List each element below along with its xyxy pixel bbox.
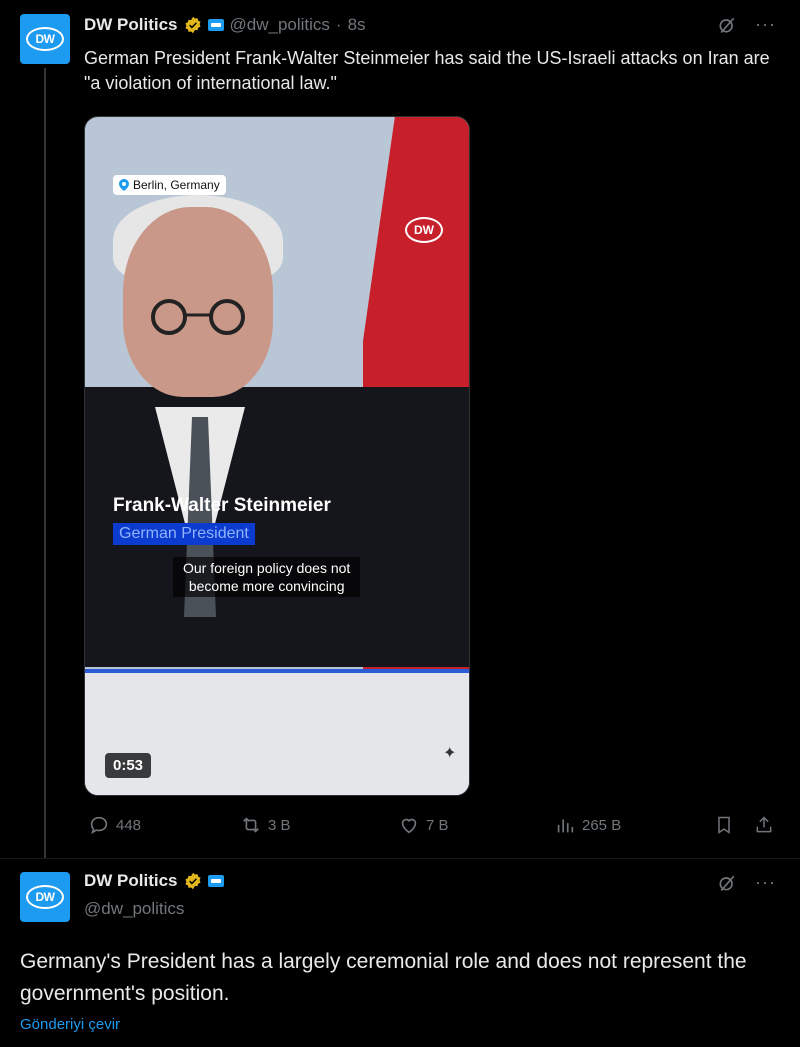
tweet-header: DW Politics @dw_politics · 8s bbox=[84, 13, 366, 37]
dw-avatar-reply[interactable]: DW bbox=[20, 872, 70, 922]
location-text: Berlin, Germany bbox=[133, 178, 220, 192]
views-icon bbox=[557, 819, 574, 833]
heart-icon bbox=[401, 818, 417, 834]
tweet-text: German President Frank-Walter Steinmeier… bbox=[84, 48, 770, 93]
caption-line-1: Our foreign policy does not bbox=[183, 560, 351, 576]
speaker-name: Frank-Walter Steinmeier bbox=[113, 495, 331, 516]
time-separator: · bbox=[335, 15, 342, 34]
grok-icon[interactable] bbox=[717, 873, 737, 893]
more-icon[interactable]: ··· bbox=[755, 14, 776, 35]
video-caption: Our foreign policy does not become more … bbox=[173, 557, 361, 597]
reply-top-icons: ··· bbox=[717, 872, 776, 893]
like-count: 7 B bbox=[426, 816, 449, 834]
tweet-time[interactable]: 8s bbox=[348, 15, 366, 35]
dw-watermark: DW bbox=[405, 217, 443, 243]
repost-icon bbox=[243, 817, 259, 833]
video-player[interactable]: Berlin, Germany DW Frank-Walter Steinmei… bbox=[84, 116, 470, 796]
reply-count: 448 bbox=[116, 816, 142, 834]
dw-avatar[interactable]: DW bbox=[20, 14, 70, 64]
reply-header: DW Politics bbox=[84, 871, 224, 891]
bookmark-icon bbox=[718, 816, 730, 834]
author-name[interactable]: DW Politics bbox=[84, 15, 178, 35]
translate-link[interactable]: Gönderiyi çevir bbox=[20, 1016, 120, 1033]
bookmark-button[interactable] bbox=[714, 814, 734, 836]
location-pill: Berlin, Germany bbox=[113, 175, 226, 195]
reply-button[interactable]: 448 bbox=[88, 814, 141, 836]
repost-button[interactable]: 3 B bbox=[240, 814, 291, 836]
views-count: 265 B bbox=[582, 816, 622, 834]
dw-logo-text: DW bbox=[26, 885, 64, 909]
verified-badge-icon bbox=[185, 16, 201, 34]
tweet-actions: 448 3 B 7 B 265 B bbox=[84, 814, 784, 838]
like-button[interactable]: 7 B bbox=[398, 814, 449, 836]
dw-logo-text: DW bbox=[26, 27, 64, 51]
glasses bbox=[151, 299, 245, 335]
more-icon[interactable]: ··· bbox=[755, 872, 776, 893]
tweet-top-icons: ··· bbox=[717, 14, 776, 35]
verified-badge-icon bbox=[185, 872, 201, 890]
thread-line bbox=[44, 68, 46, 858]
author-handle[interactable]: @dw_politics bbox=[230, 15, 330, 35]
reply-author-name[interactable]: DW Politics bbox=[84, 871, 178, 891]
video-duration: 0:53 bbox=[105, 753, 152, 778]
government-affiliation-icon bbox=[207, 875, 224, 887]
divider bbox=[0, 858, 800, 859]
views-button[interactable]: 265 B bbox=[554, 814, 621, 836]
location-pin-icon bbox=[119, 179, 129, 191]
reply-icon bbox=[90, 816, 108, 835]
share-button[interactable] bbox=[754, 814, 774, 836]
government-affiliation-icon bbox=[207, 19, 224, 31]
share-icon bbox=[756, 816, 772, 833]
reply-handle[interactable]: @dw_politics bbox=[84, 899, 184, 919]
speaker-role: German President bbox=[113, 523, 255, 545]
caption-line-2: become more convincing bbox=[188, 578, 345, 594]
repost-count: 3 B bbox=[268, 816, 291, 834]
eagle-emblem-icon: ✦ bbox=[443, 745, 457, 762]
grok-icon[interactable] bbox=[717, 15, 737, 35]
reply-text: Germany's President has a largely ceremo… bbox=[20, 950, 747, 1005]
